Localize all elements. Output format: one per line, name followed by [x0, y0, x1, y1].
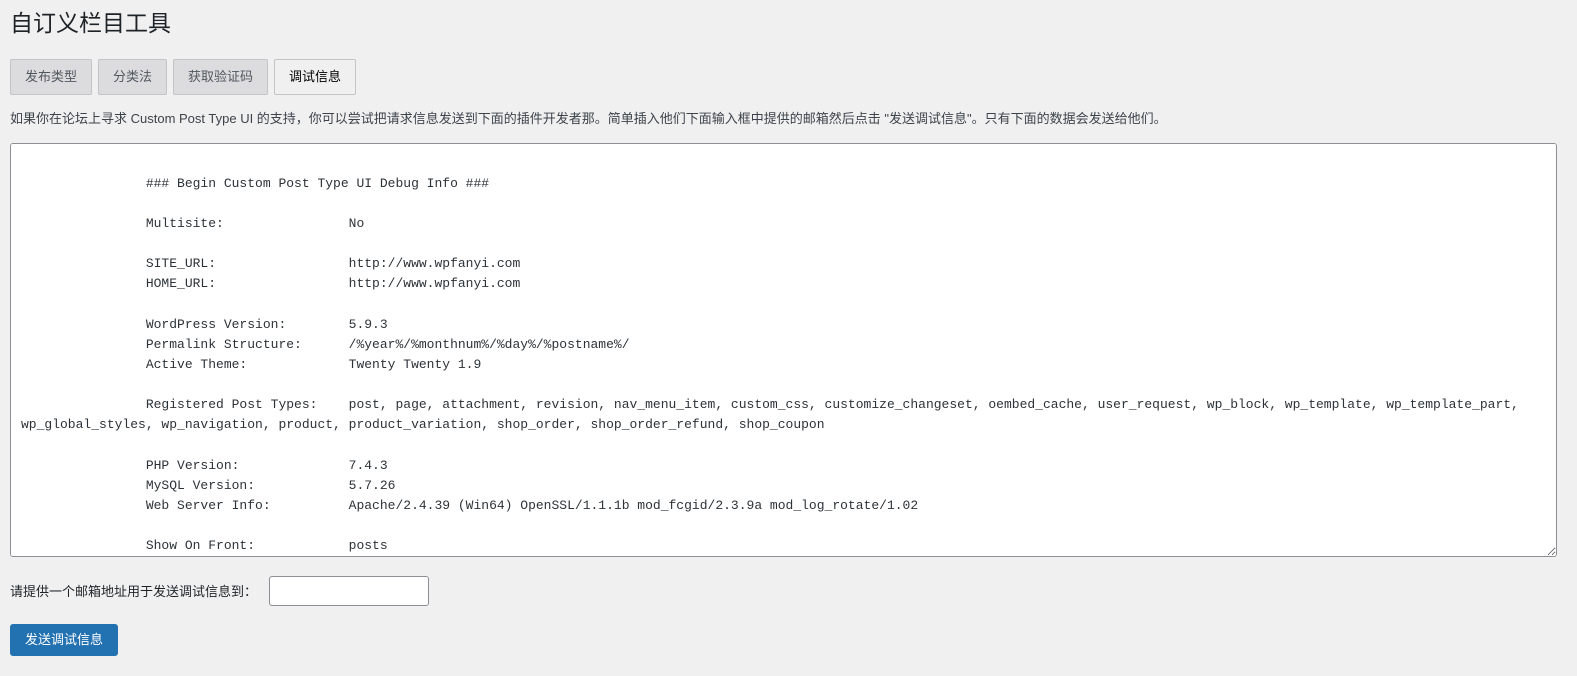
tab-debug-info[interactable]: 调试信息	[274, 59, 356, 95]
submit-row: 发送调试信息	[10, 624, 1557, 657]
tab-post-types[interactable]: 发布类型	[10, 59, 92, 95]
email-field[interactable]	[269, 576, 429, 606]
email-label: 请提供一个邮箱地址用于发送调试信息到：	[10, 581, 257, 600]
page-title: 自订义栏目工具	[10, 0, 1557, 43]
send-debug-button[interactable]: 发送调试信息	[10, 624, 118, 657]
description-text: 如果你在论坛上寻求 Custom Post Type UI 的支持，你可以尝试把…	[10, 109, 1557, 129]
tabs: 发布类型 分类法 获取验证码 调试信息	[10, 59, 1557, 95]
tab-taxonomies[interactable]: 分类法	[98, 59, 167, 95]
email-row: 请提供一个邮箱地址用于发送调试信息到：	[10, 576, 1557, 606]
debug-info-textarea[interactable]	[10, 143, 1557, 557]
tab-get-code[interactable]: 获取验证码	[173, 59, 268, 95]
